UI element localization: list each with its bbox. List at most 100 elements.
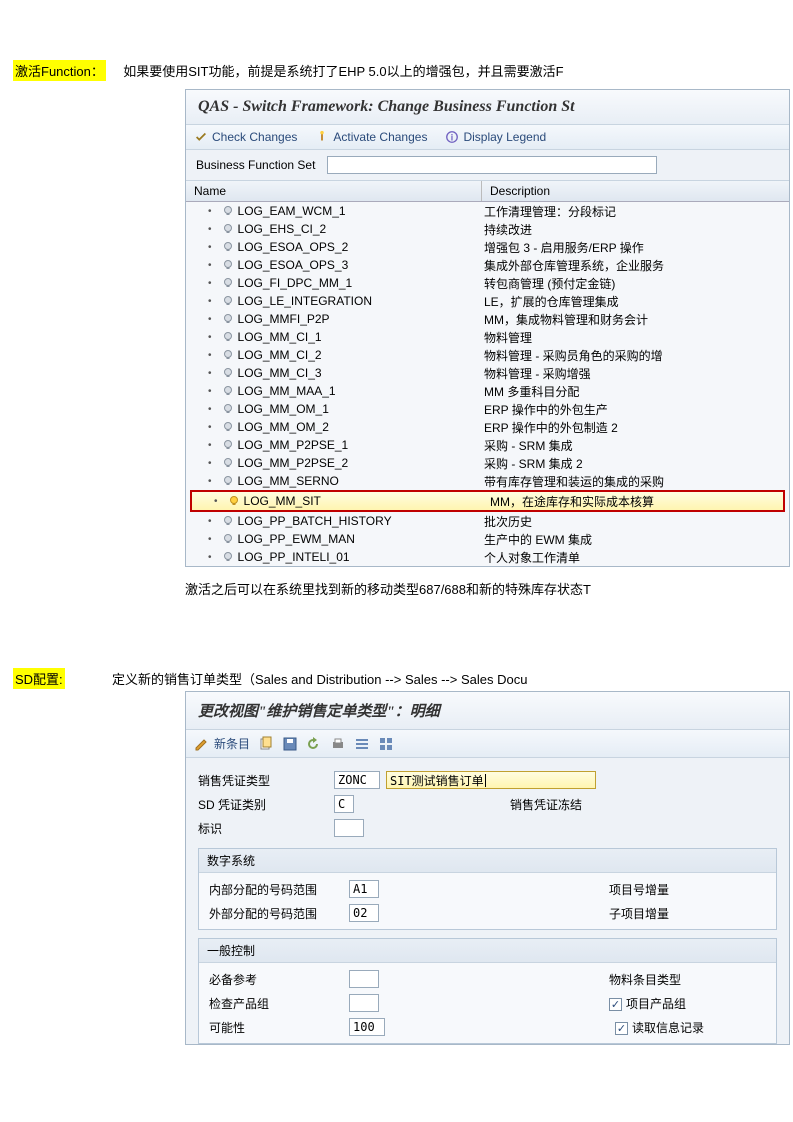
bf-name: LOG_FI_DPC_MM_1: [238, 276, 353, 290]
sales-doc-type-desc-input[interactable]: SIT测试销售订单: [386, 771, 596, 789]
undo-icon[interactable]: [306, 736, 322, 752]
bf-desc: MM，集成物料管理和财务会计: [482, 311, 789, 328]
bullet-icon: •: [208, 404, 212, 415]
bf-name: LOG_PP_BATCH_HISTORY: [238, 514, 392, 528]
table-header: Name Description: [186, 181, 789, 202]
table-row[interactable]: •LOG_PP_INTELI_01个人对象工作清单: [186, 548, 789, 566]
bf-desc: 物料管理 - 采购员角色的采购的增: [482, 347, 789, 364]
bullet-icon: •: [208, 552, 212, 563]
save-icon[interactable]: [282, 736, 298, 752]
table-row[interactable]: •LOG_MM_SITMM，在途库存和实际成本核算: [192, 492, 783, 510]
table-row[interactable]: •LOG_EHS_CI_2持续改进: [186, 220, 789, 238]
print-icon[interactable]: [330, 736, 346, 752]
display-legend-button[interactable]: i Display Legend: [445, 130, 546, 144]
table-row[interactable]: •LOG_MM_SERNO带有库存管理和装运的集成的采购: [186, 472, 789, 490]
table-row[interactable]: •LOG_MM_OM_2ERP 操作中的外包制造 2: [186, 418, 789, 436]
sales-doc-type-label: 销售凭证类型: [198, 772, 328, 789]
indicator-label: 标识: [198, 820, 328, 837]
list-icon[interactable]: [354, 736, 370, 752]
bullet-icon: •: [208, 332, 212, 343]
table-row[interactable]: •LOG_PP_BATCH_HISTORY批次历史: [186, 512, 789, 530]
toolbar2: 新条目: [186, 730, 789, 758]
grid-icon[interactable]: [378, 736, 394, 752]
highlighted-row-box: •LOG_MM_SITMM，在途库存和实际成本核算: [190, 490, 785, 512]
bullet-icon: •: [208, 534, 212, 545]
bf-desc: MM 多重科目分配: [482, 383, 789, 400]
prob-label: 可能性: [209, 1019, 349, 1036]
switch-framework-window: QAS - Switch Framework: Change Business …: [185, 89, 790, 567]
item-inc-label: 项目号增量: [609, 881, 709, 898]
sd-category-input[interactable]: C: [334, 795, 354, 813]
table-row[interactable]: •LOG_MM_P2PSE_2采购 - SRM 集成 2: [186, 454, 789, 472]
bf-name: LOG_ESOA_OPS_2: [238, 240, 349, 254]
bullet-icon: •: [208, 368, 212, 379]
ref-label: 必备参考: [209, 971, 349, 988]
sd-config-label: SD配置:: [13, 668, 65, 689]
window2-title: 更改视图"维护销售定单类型"：明细: [186, 692, 789, 730]
bf-desc: 采购 - SRM 集成: [482, 437, 789, 454]
read-info-checkbox[interactable]: ✓: [615, 1022, 628, 1035]
col-name: Name: [186, 181, 482, 201]
table-row[interactable]: •LOG_LE_INTEGRATIONLE，扩展的仓库管理集成: [186, 292, 789, 310]
bulb-icon: [222, 313, 234, 325]
indicator-input[interactable]: [334, 819, 364, 837]
number-system-group: 数字系统 内部分配的号码范围 A1 项目号增量 外部分配的号码范围 02 子项目…: [198, 848, 777, 930]
bulb-icon: [222, 403, 234, 415]
bulb-icon: [222, 551, 234, 563]
section1-after-text: 激活之后可以在系统里找到新的移动类型687/688和新的特殊库存状态T: [185, 579, 793, 598]
bullet-icon: •: [208, 260, 212, 271]
table-row[interactable]: •LOG_MM_P2PSE_1采购 - SRM 集成: [186, 436, 789, 454]
int-range-input[interactable]: A1: [349, 880, 379, 898]
bf-name: LOG_MM_CI_1: [238, 330, 322, 344]
table-row[interactable]: •LOG_MM_OM_1ERP 操作中的外包生产: [186, 400, 789, 418]
check-grp-input[interactable]: [349, 994, 379, 1012]
prob-input[interactable]: 100: [349, 1018, 385, 1036]
bullet-icon: •: [208, 422, 212, 433]
copy-icon[interactable]: [258, 736, 274, 752]
int-range-label: 内部分配的号码范围: [209, 881, 349, 898]
bf-desc: 持续改进: [482, 221, 789, 238]
bulb-icon: [222, 241, 234, 253]
bullet-icon: •: [208, 440, 212, 451]
bullet-icon: •: [208, 350, 212, 361]
table-row[interactable]: •LOG_MM_CI_3物料管理 - 采购增强: [186, 364, 789, 382]
bf-name: LOG_LE_INTEGRATION: [238, 294, 372, 308]
bfs-label: Business Function Set: [196, 158, 315, 172]
table-row[interactable]: •LOG_MMFI_P2PMM，集成物料管理和财务会计: [186, 310, 789, 328]
svg-text:i: i: [451, 133, 453, 143]
check-changes-button[interactable]: Check Changes: [194, 130, 297, 144]
ref-input[interactable]: [349, 970, 379, 988]
table-row[interactable]: •LOG_MM_CI_2物料管理 - 采购员角色的采购的增: [186, 346, 789, 364]
table-row[interactable]: •LOG_ESOA_OPS_2增强包 3 - 启用服务/ERP 操作: [186, 238, 789, 256]
table-row[interactable]: •LOG_ESOA_OPS_3集成外部仓库管理系统，企业服务: [186, 256, 789, 274]
bf-desc: 物料管理: [482, 329, 789, 346]
bullet-icon: •: [208, 314, 212, 325]
item-grp-checkbox[interactable]: ✓: [609, 998, 622, 1011]
bf-desc: 工作清理管理：分段标记: [482, 203, 789, 220]
section2-heading: SD配置: 定义新的销售订单类型（Sales and Distribution …: [13, 668, 793, 689]
table-row[interactable]: • LOG_PP_EWM_MAN 生产中的 EWM 集成: [186, 530, 789, 548]
bf-desc: 集成外部仓库管理系统，企业服务: [482, 257, 789, 274]
table-row[interactable]: • LOG_MM_CI_1 物料管理: [186, 328, 789, 346]
bf-desc: 生产中的 EWM 集成: [482, 531, 789, 548]
table-row[interactable]: •LOG_EAM_WCM_1工作清理管理：分段标记: [186, 202, 789, 220]
table-row[interactable]: •LOG_FI_DPC_MM_1转包商管理 (预付定金链): [186, 274, 789, 292]
new-entry-button[interactable]: 新条目: [194, 735, 250, 752]
freeze-label: 销售凭证冻结: [510, 796, 582, 813]
window-title: QAS - Switch Framework: Change Business …: [186, 90, 789, 125]
bfs-dropdown[interactable]: [327, 156, 657, 174]
sales-doc-type-input[interactable]: ZONC: [334, 771, 380, 789]
activate-function-label: 激活Function：: [13, 60, 106, 81]
bf-name: LOG_MM_OM_1: [238, 402, 329, 416]
bulb-icon: [222, 223, 234, 235]
bf-desc: 带有库存管理和装运的集成的采购: [482, 473, 789, 490]
activate-changes-button[interactable]: Activate Changes: [315, 130, 427, 144]
bulb-icon: [222, 367, 234, 379]
col-desc: Description: [482, 181, 789, 201]
bulb-icon: [222, 421, 234, 433]
bf-name: LOG_PP_EWM_MAN: [238, 532, 355, 546]
bulb-icon: [222, 533, 234, 545]
ext-range-input[interactable]: 02: [349, 904, 379, 922]
table-row[interactable]: •LOG_MM_MAA_1MM 多重科目分配: [186, 382, 789, 400]
bulb-icon: [222, 349, 234, 361]
